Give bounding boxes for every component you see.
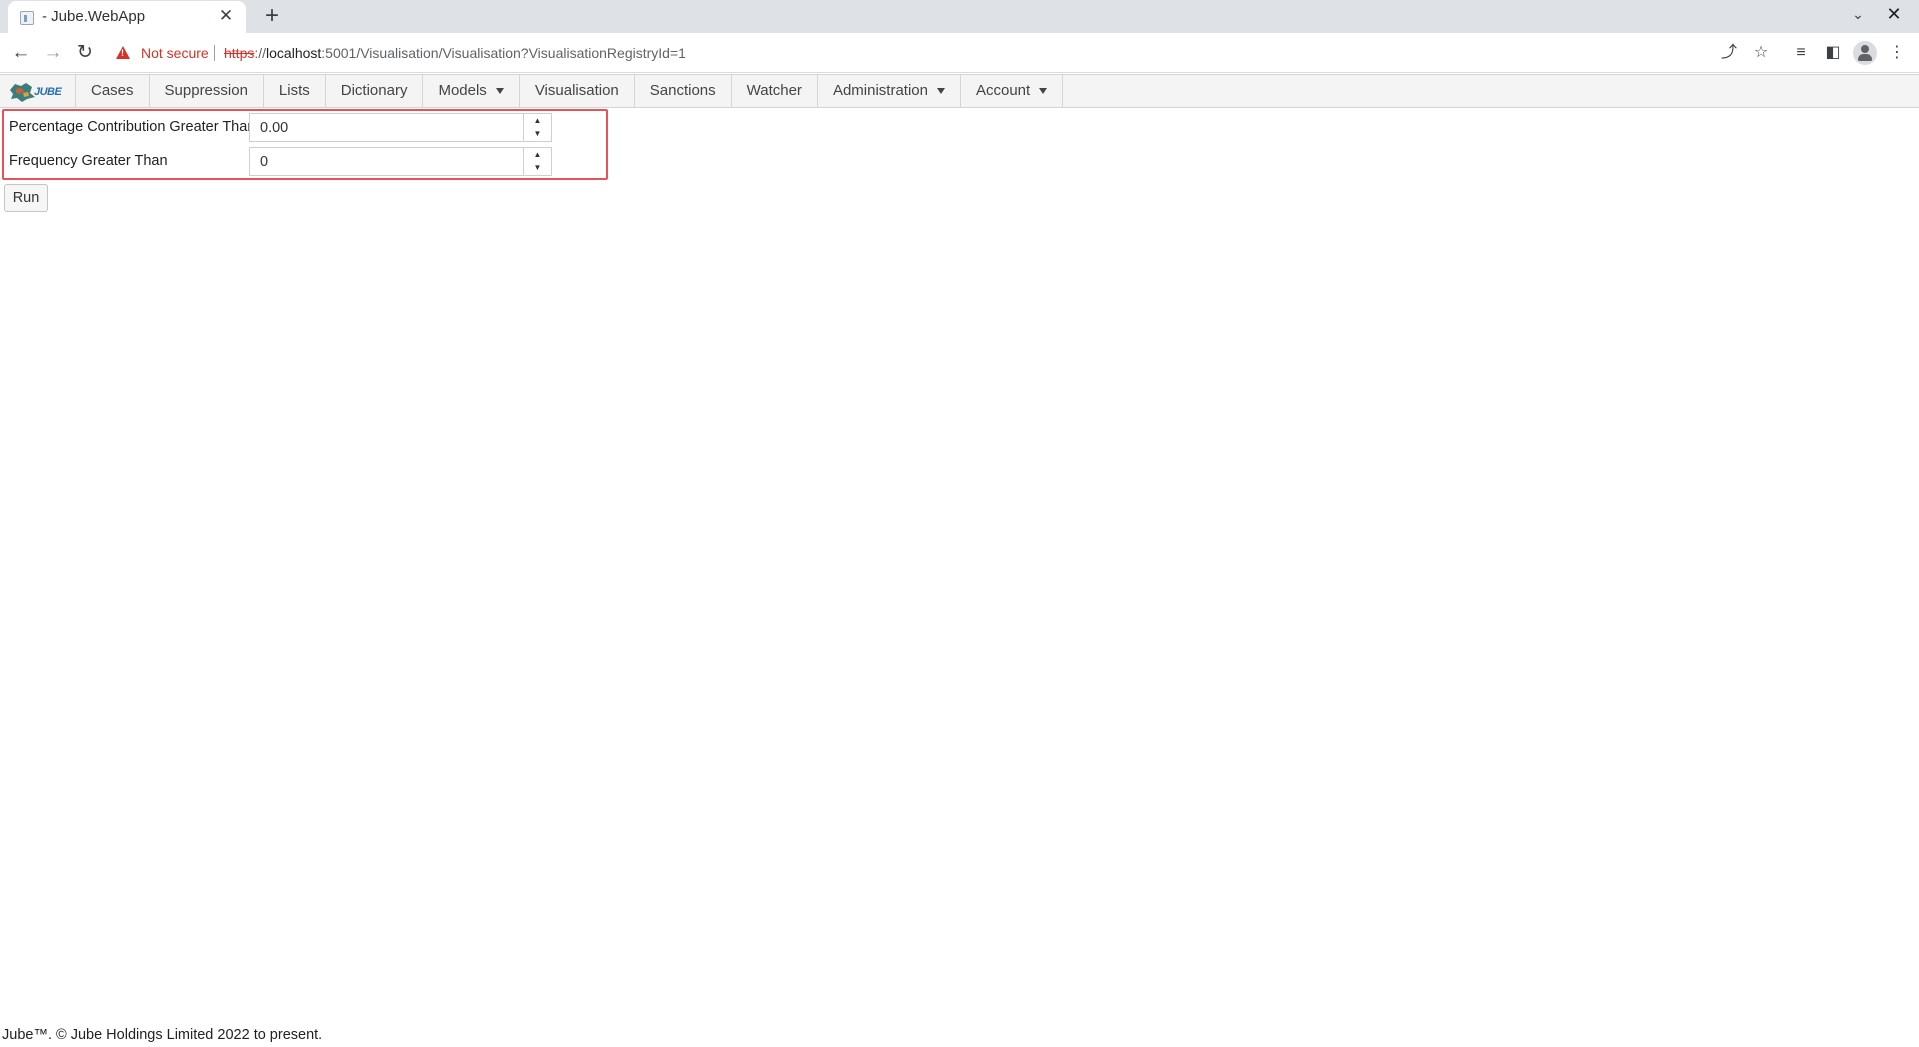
visualisation-parameters: Percentage Contribution Greater Than ▲ ▼…	[2, 109, 608, 180]
frequency-label: Frequency Greater Than	[9, 153, 168, 169]
warning-triangle-icon[interactable]	[116, 46, 130, 59]
menu-item-label: Administration	[832, 82, 928, 99]
jube-logo[interactable]: JUBE	[8, 80, 68, 104]
menu-item-administration[interactable]: Administration	[816, 75, 960, 107]
address-bar[interactable]: Not secure https://localhost:5001/Visual…	[106, 37, 1784, 69]
url-host: localhost	[266, 45, 322, 61]
app-navbar: JUBE Cases Suppression Lists Dictionary …	[0, 74, 1919, 108]
percentage-contribution-input[interactable]	[251, 115, 521, 140]
footer-copyright: Jube™. © Jube Holdings Limited 2022 to p…	[2, 1027, 323, 1043]
url-text[interactable]: https://localhost:5001/Visualisation/Vis…	[224, 45, 686, 61]
menu-item-models[interactable]: Models	[422, 75, 518, 107]
logo-text: JUBE	[34, 86, 62, 98]
back-arrow-icon[interactable]: ←	[8, 40, 34, 66]
frequency-spin-buttons: ▲ ▼	[523, 148, 551, 175]
tab-title: - Jube.WebApp	[42, 8, 146, 25]
url-scheme: https	[224, 45, 255, 61]
frequency-input[interactable]	[251, 149, 521, 174]
menu-item-account[interactable]: Account	[959, 75, 1064, 107]
window-close-icon[interactable]: ✕	[1883, 4, 1905, 28]
spin-up-icon[interactable]: ▲	[524, 148, 551, 161]
tab-close-icon[interactable]: ✕	[216, 6, 236, 26]
menu-item-sanctions[interactable]: Sanctions	[633, 75, 731, 107]
menu-item-visualisation[interactable]: Visualisation	[518, 75, 634, 107]
frequency-spinner[interactable]: ▲ ▼	[249, 147, 552, 176]
menu-item-label: Models	[438, 82, 487, 99]
browser-tabstrip: - Jube.WebApp ✕ + ⌄ ✕	[0, 0, 1919, 33]
menu-item-suppression[interactable]: Suppression	[148, 75, 263, 107]
reload-icon[interactable]: ↻	[72, 40, 98, 66]
spin-up-icon[interactable]: ▲	[524, 114, 551, 127]
security-status[interactable]: Not secure	[141, 45, 209, 61]
caret-down-icon	[1039, 88, 1048, 94]
menu-item-label: Watcher	[746, 82, 802, 99]
page-favicon-icon	[20, 11, 34, 25]
menu-item-label: Lists	[278, 82, 310, 99]
menu-item-label: Sanctions	[649, 82, 716, 99]
bookmark-star-icon[interactable]: ☆	[1748, 40, 1774, 66]
menu-item-label: Visualisation	[534, 82, 619, 99]
side-panel-icon[interactable]: ◧	[1820, 40, 1846, 66]
media-queue-icon[interactable]: ≡	[1788, 40, 1814, 66]
browser-menu-icon[interactable]: ⋮	[1884, 40, 1910, 66]
menu-item-label: Dictionary	[340, 82, 408, 99]
caret-down-icon	[495, 88, 504, 94]
new-tab-icon[interactable]: +	[258, 3, 286, 31]
main-menu: Cases Suppression Lists Dictionary Model…	[75, 75, 1064, 107]
menu-item-watcher[interactable]: Watcher	[730, 75, 817, 107]
tab-search-chevron-icon[interactable]: ⌄	[1847, 6, 1869, 28]
menu-item-label: Account	[975, 82, 1031, 99]
share-icon[interactable]: ⤴	[1716, 40, 1742, 66]
menu-item-label: Suppression	[164, 82, 248, 99]
url-path: :5001/Visualisation/Visualisation?Visual…	[321, 45, 686, 61]
percentage-spin-buttons: ▲ ▼	[523, 114, 551, 141]
menu-item-lists[interactable]: Lists	[262, 75, 325, 107]
spin-down-icon[interactable]: ▼	[524, 127, 551, 140]
forward-arrow-icon[interactable]: →	[40, 40, 66, 66]
menu-item-cases[interactable]: Cases	[75, 75, 149, 107]
browser-tab[interactable]: - Jube.WebApp ✕	[8, 1, 246, 33]
profile-avatar-icon[interactable]	[1853, 41, 1877, 65]
menu-item-label: Cases	[91, 82, 134, 99]
spin-down-icon[interactable]: ▼	[524, 161, 551, 174]
run-button[interactable]: Run	[4, 184, 48, 212]
url-separator: ://	[254, 45, 267, 61]
menu-item-dictionary[interactable]: Dictionary	[324, 75, 423, 107]
caret-down-icon	[936, 88, 945, 94]
percentage-contribution-spinner[interactable]: ▲ ▼	[249, 113, 552, 142]
percentage-contribution-label: Percentage Contribution Greater Than	[9, 119, 256, 135]
browser-toolbar: ← → ↻ Not secure https://localhost:5001/…	[0, 33, 1919, 73]
address-divider	[214, 45, 215, 61]
